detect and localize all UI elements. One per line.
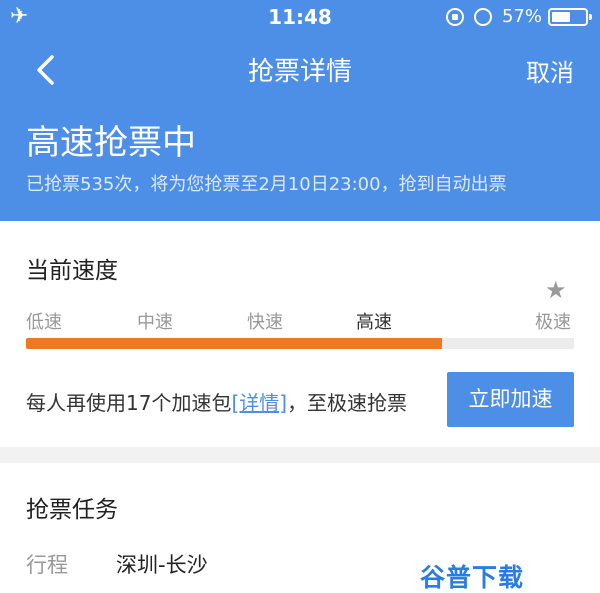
star-icon: ★ xyxy=(545,276,567,304)
speed-level-medium: 中速 xyxy=(137,312,173,333)
speed-level-fast: 快速 xyxy=(247,312,283,333)
task-card: 抢票任务 行程 深圳-长沙 谷普下载 xyxy=(0,463,600,593)
boost-promo-suffix: ，至极速抢票 xyxy=(287,391,408,415)
task-section-title: 抢票任务 xyxy=(26,497,118,523)
page-title: 抢票详情 xyxy=(247,57,352,87)
speed-level-high: 高速 xyxy=(356,312,392,333)
speed-progress-fill xyxy=(26,338,443,349)
battery-percent: 57% xyxy=(501,6,542,27)
route-label: 行程 xyxy=(26,553,68,577)
cancel-button[interactable]: 取消 xyxy=(526,53,574,88)
status-subtext: 已抢票535次，将为您抢票至2月10日23:00，抢到自动出票 xyxy=(26,174,507,195)
status-bar: ✈ 11:48 57% xyxy=(0,0,600,34)
status-headline: 高速抢票中 xyxy=(26,123,196,163)
boost-now-button[interactable]: 立即加速 xyxy=(447,372,574,427)
status-right: 57% xyxy=(445,6,592,27)
rotation-lock-icon xyxy=(445,7,464,26)
battery-icon xyxy=(548,7,592,26)
speed-progress-track xyxy=(26,338,574,349)
boost-promo-prefix: 每人再使用17个加速包 xyxy=(26,391,232,415)
speed-level-low: 低速 xyxy=(26,312,62,333)
speed-level-max: 极速 xyxy=(535,312,571,333)
boost-promo-text: 每人再使用17个加速包[详情]，至极速抢票 xyxy=(26,387,407,416)
speed-card: 当前速度 ★ 低速 中速 快速 高速 极速 每人再使用17个加速包[详情]，至极… xyxy=(0,221,600,447)
route-value: 深圳-长沙 xyxy=(116,553,208,577)
alarm-icon xyxy=(473,7,492,26)
details-link[interactable]: [详情] xyxy=(231,391,287,415)
battery-fill xyxy=(552,11,571,22)
speed-section-title: 当前速度 xyxy=(26,258,118,284)
header: ✈ 11:48 57% 抢票详情 取消 高速抢票中 已抢票535次，将为您抢票至… xyxy=(0,0,600,221)
battery-cap xyxy=(589,13,592,20)
watermark-logo: 谷普下载 xyxy=(420,563,525,592)
